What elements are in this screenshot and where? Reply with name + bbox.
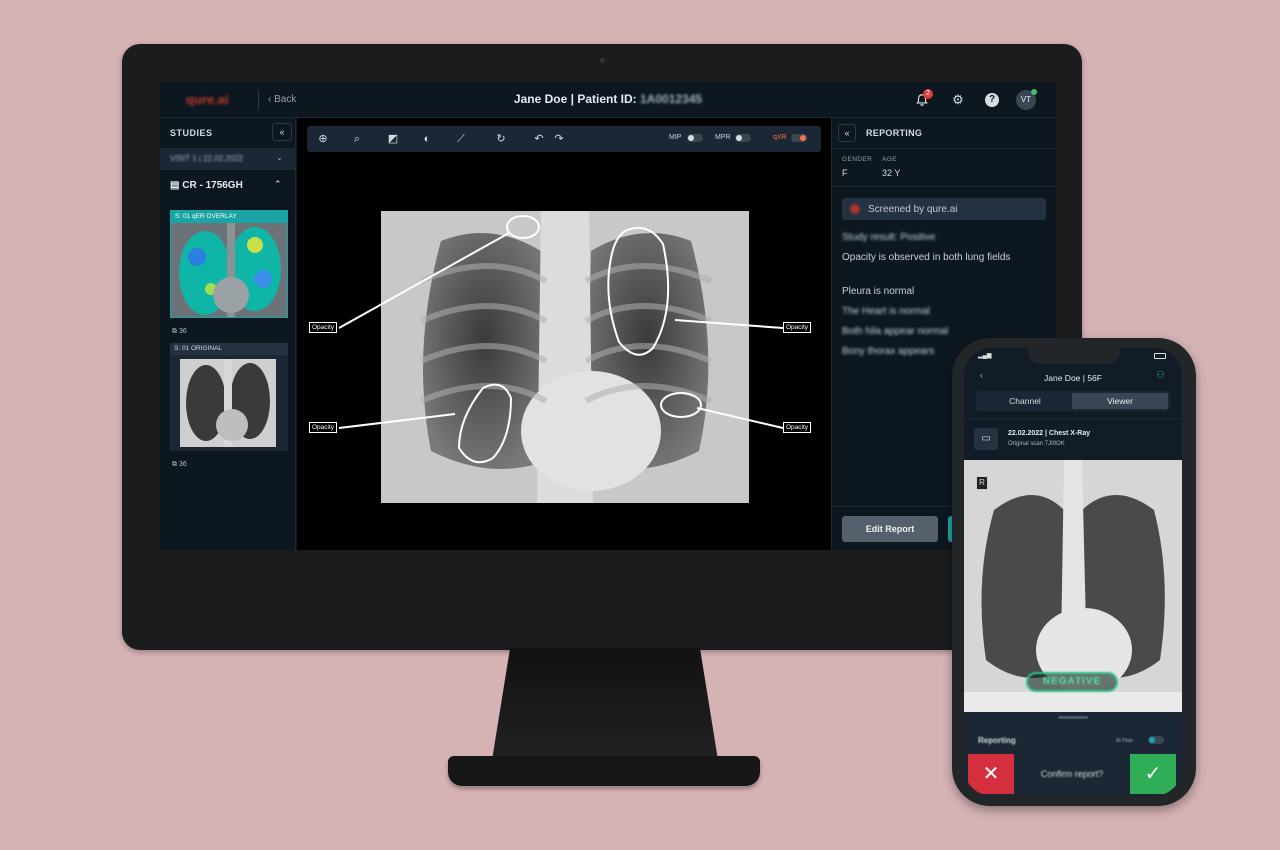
study-id: CR - 1756GH xyxy=(182,180,243,191)
document-icon: ▤ xyxy=(170,180,183,191)
monitor-stand-base xyxy=(448,756,760,786)
bottom-sheet-title: Reporting xyxy=(978,736,1016,745)
divider xyxy=(964,418,1182,419)
screened-by-text: Screened by qure.ai xyxy=(868,204,958,215)
visit-label: VISIT 1 | 22.02.2022 xyxy=(170,154,244,163)
online-status-dot xyxy=(1031,89,1037,95)
desktop-monitor: qure.ai ‹ Back Jane Doe | Patient ID: 1A… xyxy=(122,44,1082,650)
series-thumbnail-original[interactable]: S: 01 ORIGINAL xyxy=(170,343,288,451)
notification-badge: 2 xyxy=(923,89,933,99)
result-badge: NEGATIVE xyxy=(1026,672,1118,692)
overlay-xray-image xyxy=(171,223,287,317)
monitor-stand-neck xyxy=(492,648,718,760)
age-value: 32 Y xyxy=(882,168,901,178)
chevron-down-icon: ⌄ xyxy=(276,153,283,162)
folder-icon[interactable]: ▭ xyxy=(974,428,998,450)
reporting-title: REPORTING xyxy=(866,128,923,138)
bottom-sheet: Reporting AI Flow ✕ Confirm report? ✓ xyxy=(964,712,1182,796)
gender-label: GENDER xyxy=(842,156,873,163)
mobile-phone: ▂▄▆ ‹ Jane Doe | 56F ⚇ Channel Viewer ▭ … xyxy=(952,338,1196,806)
finding-item: Opacity is observed in both lung fields xyxy=(842,252,1011,263)
study-label[interactable]: ▤ CR - 1756GH xyxy=(170,180,243,191)
mobile-patient-title: Jane Doe | 56F xyxy=(1044,373,1102,383)
patient-id: 1A0012345 xyxy=(640,92,703,106)
tab-viewer[interactable]: Viewer xyxy=(1072,393,1168,409)
studies-panel: STUDIES « VISIT 1 | 22.02.2022 ⌄ ▤ CR - … xyxy=(160,118,296,550)
image-count: ⧉ 36 xyxy=(172,328,187,335)
phone-notch xyxy=(1028,348,1120,364)
edit-report-button[interactable]: Edit Report xyxy=(842,516,938,542)
original-xray-image xyxy=(180,359,276,447)
series-label: S: 01 ORIGINAL xyxy=(170,343,288,355)
gear-icon[interactable]: ⚙ xyxy=(948,90,968,110)
annotation-label[interactable]: Opacity xyxy=(783,422,812,433)
top-bar: qure.ai ‹ Back Jane Doe | Patient ID: 1A… xyxy=(160,82,1056,118)
annotation-label[interactable]: Opacity xyxy=(783,322,812,333)
signal-icon: ▂▄▆ xyxy=(978,353,992,359)
scan-subtitle: Original scan 7JI9OK xyxy=(1008,441,1065,447)
desktop-app-screen: qure.ai ‹ Back Jane Doe | Patient ID: 1A… xyxy=(160,82,1056,550)
divider xyxy=(832,186,1056,187)
divider xyxy=(832,148,1056,149)
close-icon: ✕ xyxy=(982,763,1000,785)
mobile-app-screen: ▂▄▆ ‹ Jane Doe | 56F ⚇ Channel Viewer ▭ … xyxy=(964,348,1182,796)
check-icon: ✓ xyxy=(1144,763,1162,785)
image-count: ⧉ 36 xyxy=(172,461,187,468)
screened-by-badge: Screened by qure.ai xyxy=(842,198,1046,220)
tab-channel[interactable]: Channel xyxy=(978,393,1072,409)
finding-item: The Heart is normal xyxy=(842,306,930,317)
battery-icon xyxy=(1154,353,1166,359)
confirm-report-text: Confirm report? xyxy=(1040,769,1104,779)
orientation-marker: R xyxy=(976,476,988,490)
opacity-annotations xyxy=(338,215,784,464)
ai-flow-toggle[interactable] xyxy=(1148,736,1164,744)
image-viewer[interactable]: ⊕ ⌕ ◩ ◐ ⟋ ↻ ↶ ↷ MIP MPR qXR Opacity Opac… xyxy=(297,118,831,550)
patient-name: Jane Doe xyxy=(513,92,568,106)
tab-switcher: Channel Viewer xyxy=(976,391,1170,411)
help-icon[interactable]: ? xyxy=(985,93,999,107)
toggle-label: AI Flow xyxy=(1116,738,1133,744)
series-thumbnail-overlay[interactable]: S: 01 qER OVERLAY xyxy=(170,210,288,318)
collapse-panel-button[interactable]: « xyxy=(272,123,292,141)
studies-title: STUDIES xyxy=(170,128,213,138)
finding-item: Both hila appear normal xyxy=(842,326,949,337)
monitor-camera xyxy=(600,58,605,63)
annotation-label[interactable]: Opacity xyxy=(309,322,338,333)
expand-panel-button[interactable]: « xyxy=(838,124,856,142)
finding-item: Pleura is normal xyxy=(842,286,915,297)
finding-item: Study result: Positive xyxy=(842,232,936,243)
stack-icon: ⧉ xyxy=(172,461,179,468)
sheet-handle[interactable] xyxy=(1058,716,1088,719)
qure-logo-icon xyxy=(850,204,860,214)
age-label: AGE xyxy=(882,156,897,163)
reject-button[interactable]: ✕ xyxy=(968,754,1014,794)
series-label: S: 01 qER OVERLAY xyxy=(171,211,287,223)
user-settings-icon[interactable]: ⚇ xyxy=(1156,370,1165,381)
visit-selector[interactable]: VISIT 1 | 22.02.2022 ⌄ xyxy=(160,148,296,170)
gender-value: F xyxy=(842,168,848,178)
chevron-up-icon[interactable]: ⌃ xyxy=(274,179,282,190)
patient-id-prefix: Patient ID: xyxy=(577,92,637,106)
accept-button[interactable]: ✓ xyxy=(1130,754,1176,794)
annotation-label[interactable]: Opacity xyxy=(309,422,338,433)
scan-title: 22.02.2022 | Chest X-Ray xyxy=(1008,430,1091,437)
stack-icon: ⧉ xyxy=(172,328,179,335)
